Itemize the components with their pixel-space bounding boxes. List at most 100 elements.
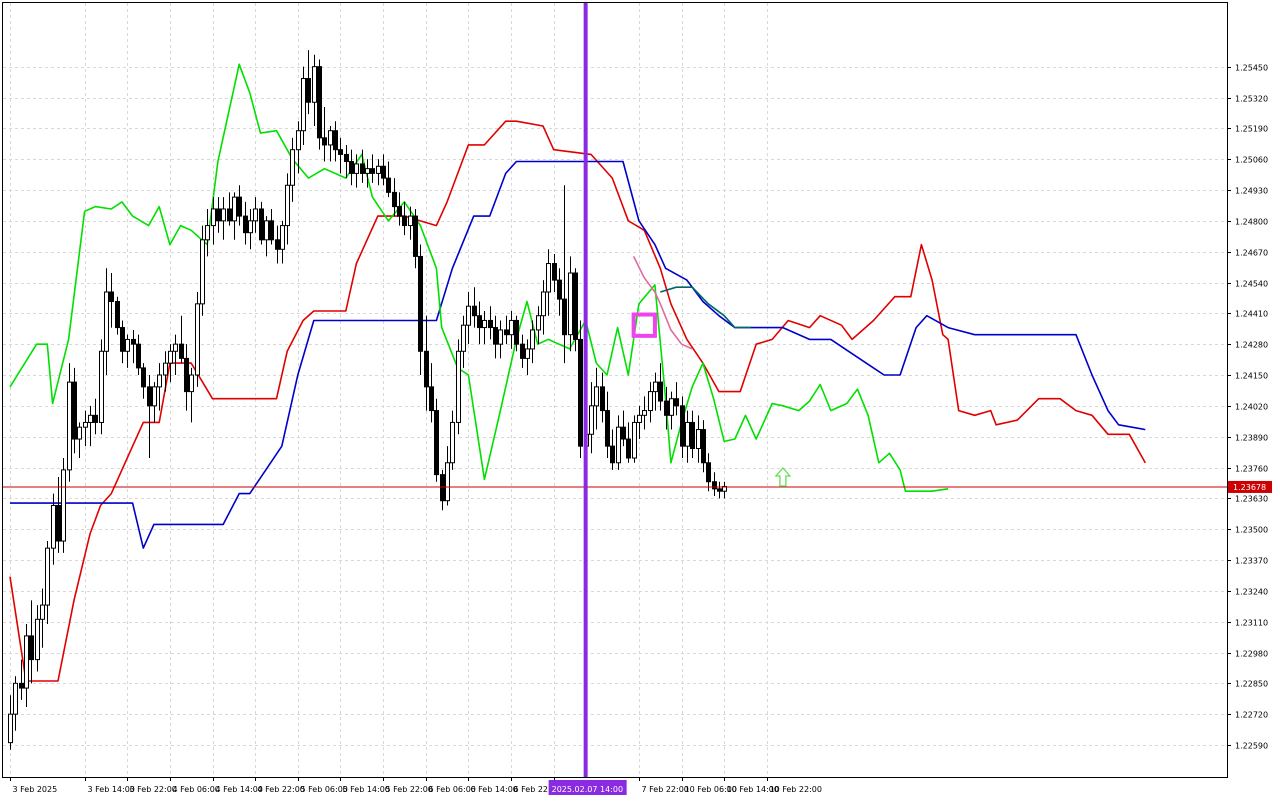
y-tick-label: 1.25320 [1235, 95, 1268, 104]
y-tick-label: 1.23240 [1235, 588, 1268, 597]
y-tick-label: 1.24150 [1235, 372, 1268, 381]
candle-body-up [653, 381, 658, 393]
candle-body-up [536, 315, 541, 331]
candle-body-up [461, 324, 466, 352]
candle-body-up [163, 362, 168, 376]
candle-body-down [216, 208, 221, 222]
x-tick-label: 7 Feb 22:00 [642, 785, 689, 794]
x-tick-label: 5 Feb 22:00 [386, 785, 433, 794]
candle-body-up [525, 348, 530, 359]
current-price-label: 1.23678 [1233, 483, 1266, 492]
y-tick-label: 1.22590 [1235, 742, 1268, 751]
y-tick-label: 1.25190 [1235, 125, 1268, 134]
candle-body-up [466, 305, 471, 326]
x-tick-label: 6 Feb 14:00 [471, 785, 518, 794]
candle-body-up [498, 329, 503, 345]
y-tick-label: 1.24540 [1235, 280, 1268, 289]
y-tick-label: 1.24930 [1235, 187, 1268, 196]
y-tick-label: 1.23630 [1235, 495, 1268, 504]
candle-body-down [333, 130, 338, 151]
candle-body-down [402, 215, 407, 227]
y-tick-label: 1.25060 [1235, 156, 1268, 165]
candle-body-up [482, 319, 487, 329]
candle-body-down [344, 153, 349, 163]
candle-body-down [600, 386, 605, 412]
candle-body-up [509, 319, 514, 336]
candle-body-up [264, 220, 269, 241]
candle-body-down [493, 327, 498, 345]
x-tick-label: 3 Feb 22:00 [130, 785, 177, 794]
candle-body-down [322, 137, 327, 146]
candle [434, 398, 439, 482]
candle-body-down [93, 414, 98, 423]
x-tick-label: 4 Feb 14:00 [216, 785, 263, 794]
candle-body-down [706, 462, 711, 483]
candle-body-down [562, 298, 567, 336]
candle [99, 339, 104, 435]
candle-body-down [131, 338, 136, 345]
candle-body-up [125, 338, 130, 352]
x-tick-label: 6 Feb 06:00 [429, 785, 476, 794]
candle-body-down [120, 327, 125, 352]
candle-body-down [621, 426, 626, 440]
candle-body-up [189, 374, 194, 393]
candle-body-down [674, 398, 679, 407]
candle-body-down [237, 196, 242, 217]
candle-body-up [376, 165, 381, 174]
candle-body-down [514, 319, 519, 345]
candle-body-down [317, 66, 322, 139]
y-tick-label: 1.23890 [1235, 434, 1268, 443]
candle-body-down [418, 255, 423, 352]
candle-body-up [248, 220, 253, 234]
candle-body-down [72, 381, 77, 440]
candle-body-up [685, 421, 690, 447]
candle-body-down [397, 206, 402, 217]
x-tick-label: 10 Feb 22:00 [770, 785, 822, 794]
candle-body-down [184, 357, 189, 393]
candle-body-down [717, 488, 722, 492]
candle-body-up [589, 405, 594, 435]
candle-body-down [413, 215, 418, 257]
candle-body-down [690, 421, 695, 450]
candle-body-up [51, 504, 56, 549]
y-tick-label: 1.25450 [1235, 64, 1268, 73]
x-tick-label: 3 Feb 14:00 [88, 785, 135, 794]
candle-body-up [365, 168, 370, 174]
candle-body-down [578, 338, 583, 447]
chart-canvas[interactable]: 1.25450 1.25320 1.25190 1.25060 1.24930 1.248… [0, 0, 1280, 800]
x-tick-label: 5 Feb 06:00 [301, 785, 348, 794]
candle-body-down [338, 149, 343, 155]
candle-body-up [296, 130, 301, 151]
candle-body-up [669, 398, 674, 416]
candle-body-down [552, 263, 557, 281]
y-tick-label: 1.24020 [1235, 403, 1268, 412]
candle [578, 320, 583, 459]
candle-body-down [680, 405, 685, 447]
candle-body-up [40, 604, 45, 620]
candle-body-down [56, 504, 61, 542]
candle-body-up [168, 350, 173, 364]
candle-body-up [456, 350, 461, 423]
candle-body-down [115, 300, 120, 329]
candle-body-down [269, 220, 274, 241]
candle-body-up [232, 196, 237, 222]
candle-body-down [664, 400, 669, 416]
candle [195, 291, 200, 387]
candle-body-down [658, 381, 663, 402]
candle [456, 339, 461, 435]
candle-body-down [109, 291, 114, 302]
candle [61, 458, 66, 553]
price-chart[interactable]: 1.25450 1.25320 1.25190 1.25060 1.24930 1.248… [0, 0, 1280, 800]
candle-body-down [504, 329, 509, 336]
candle-body-up [280, 225, 285, 250]
candle [632, 415, 637, 463]
x-tick-label: 4 Feb 06:00 [173, 785, 220, 794]
event-time-label: 2025.02.07 14:00 [552, 785, 623, 794]
candle-body-up [205, 225, 210, 241]
candle-body-up [211, 208, 216, 227]
candle-body-up [541, 291, 546, 317]
candle-body-down [488, 319, 493, 329]
y-tick-label: 1.24800 [1235, 218, 1268, 227]
candle-body-up [445, 462, 450, 502]
candle-body-down [370, 168, 375, 174]
